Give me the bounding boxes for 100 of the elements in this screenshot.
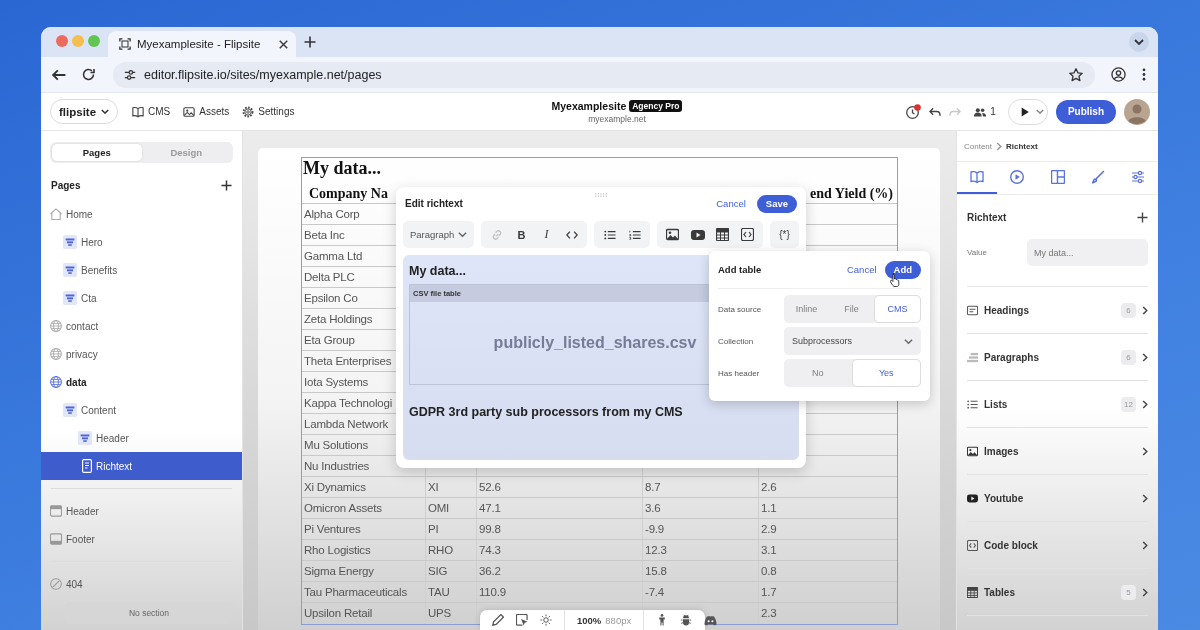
panel-group-row[interactable]: Images xyxy=(967,428,1148,475)
browser-tab[interactable]: Myexamplesite - Flipsite xyxy=(108,31,296,57)
pencil-icon[interactable] xyxy=(492,614,504,626)
hand-cursor-icon xyxy=(890,273,900,287)
plan-badge: Agency Pro xyxy=(629,99,683,112)
layout-item[interactable]: Footer xyxy=(41,525,242,553)
content-paragraph: GDPR 3rd party sub processors from my CMS xyxy=(409,405,683,419)
page-tree-item[interactable]: Benefits xyxy=(41,256,242,284)
back-arrow-icon[interactable] xyxy=(52,67,66,82)
page-tree-item[interactable]: Hero xyxy=(41,228,242,256)
page-tree-item[interactable]: contact xyxy=(41,312,242,340)
chevron-down-icon[interactable] xyxy=(1035,109,1044,114)
profile-icon[interactable] xyxy=(1111,67,1126,82)
table-cell: Zeta Holdings xyxy=(304,313,373,325)
menu-icon[interactable] xyxy=(1142,68,1146,81)
list-icon xyxy=(967,398,978,410)
table-cell: 3.6 xyxy=(645,502,661,514)
user-avatar[interactable] xyxy=(1124,98,1150,125)
nav-button[interactable]: Settings xyxy=(242,105,295,118)
page-tree-item[interactable]: data xyxy=(41,368,242,396)
plus-icon[interactable] xyxy=(221,180,232,191)
sidebar-tab[interactable]: Pages xyxy=(52,144,142,161)
add-button[interactable]: Add xyxy=(884,260,921,279)
breadcrumb-link[interactable]: Content xyxy=(964,141,993,151)
nav-button[interactable]: Assets xyxy=(183,105,230,118)
globe-icon xyxy=(50,348,62,360)
tab-list-button[interactable] xyxy=(1129,32,1149,52)
cancel-button[interactable]: Cancel xyxy=(716,198,746,209)
table-cell: Theta Enterprises xyxy=(304,355,392,367)
site-domain: myexample.net xyxy=(588,113,646,124)
page-tree-item[interactable]: Home xyxy=(41,200,242,228)
page-tree-item[interactable]: Cta xyxy=(41,284,242,312)
reload-icon[interactable] xyxy=(82,68,95,81)
close-icon[interactable] xyxy=(279,39,288,49)
page-tree-item[interactable]: 404 xyxy=(41,570,242,598)
segment-option[interactable]: File xyxy=(829,295,874,323)
cursor-box-icon[interactable] xyxy=(516,614,528,626)
collection-select[interactable]: Subprocessors xyxy=(784,327,921,355)
table-cell: 2.9 xyxy=(761,523,777,535)
segment-option[interactable]: CMS xyxy=(874,295,921,323)
drag-handle-icon[interactable] xyxy=(595,193,607,197)
chevron-right-icon xyxy=(996,141,1003,151)
document-icon xyxy=(82,459,92,473)
undo-icon[interactable] xyxy=(929,105,942,118)
publish-button[interactable]: Publish xyxy=(1055,99,1116,124)
page-tree-item[interactable]: Header xyxy=(41,424,242,452)
table-cell: Sigma Energy xyxy=(304,565,374,577)
page-tree-item[interactable]: Richtext xyxy=(41,452,242,480)
globe-icon xyxy=(50,376,62,388)
bold-button[interactable]: B xyxy=(509,221,534,248)
house-icon xyxy=(50,208,62,220)
table-cell: -7.4 xyxy=(645,586,665,598)
segment-option[interactable]: Yes xyxy=(851,359,921,387)
column-header: Company Na xyxy=(309,186,388,201)
count-badge: 5 xyxy=(1121,584,1136,600)
field-label: Collection xyxy=(718,336,755,346)
star-icon[interactable] xyxy=(1069,67,1083,82)
book-icon xyxy=(970,170,985,184)
cancel-button[interactable]: Cancel xyxy=(846,264,877,275)
table-cell: 8.7 xyxy=(645,481,661,493)
table-cell: 12.3 xyxy=(645,544,667,556)
csv-file-name: publicly_listed_shares.csv xyxy=(493,334,697,352)
variable-button[interactable]: {*} xyxy=(773,221,796,248)
nav-button[interactable]: CMS xyxy=(132,105,171,118)
plus-icon[interactable] xyxy=(304,36,316,48)
page-tree-item[interactable]: Content xyxy=(41,396,242,424)
panel-group-row[interactable]: Paragraphs 6 xyxy=(967,334,1148,381)
layout-item[interactable]: Header xyxy=(41,497,242,525)
chevron-down-icon xyxy=(904,336,913,346)
table-cell: Xi Dynamics xyxy=(304,481,366,493)
italic-button[interactable]: I xyxy=(534,221,559,248)
table-cell: Iota Systems xyxy=(304,376,369,388)
table-cell: Omicron Assets xyxy=(304,502,382,514)
user-count: 1 xyxy=(990,106,996,117)
panel-group-row[interactable]: Headings 6 xyxy=(967,287,1148,334)
table-cell: Gamma Ltd xyxy=(304,250,363,262)
clock-badge-icon[interactable] xyxy=(905,103,922,120)
save-button[interactable]: Save xyxy=(756,194,797,213)
bug-icon[interactable] xyxy=(680,614,693,626)
sun-icon[interactable] xyxy=(540,614,552,626)
plus-icon[interactable] xyxy=(1137,211,1148,223)
panel-group-row[interactable]: Tables 5 xyxy=(967,569,1148,616)
footer-layout-icon xyxy=(50,533,62,545)
panel-group-row[interactable]: Youtube xyxy=(967,475,1148,522)
block-style-dropdown[interactable]: Paragraph xyxy=(403,221,474,248)
zoom-level[interactable]: 100% xyxy=(577,614,602,626)
breadcrumb-current: Richtext xyxy=(1006,141,1038,151)
value-field[interactable]: My data... xyxy=(1027,239,1148,266)
game-controller-icon[interactable] xyxy=(704,613,718,627)
play-icon[interactable] xyxy=(1019,106,1030,117)
page-tree-item[interactable]: privacy xyxy=(41,340,242,368)
table-cell: Rho Logistics xyxy=(304,544,371,556)
address-bar[interactable]: editor.flipsite.io/sites/myexample.net/pages xyxy=(113,61,1095,88)
page-heading: My data... xyxy=(303,158,381,178)
panel-group-row[interactable]: Code block xyxy=(967,522,1148,569)
chevron-down-icon xyxy=(458,230,467,239)
panel-group-row[interactable]: Lists 12 xyxy=(967,381,1148,428)
table-cell: UPS xyxy=(428,607,452,619)
section-icon xyxy=(78,431,92,445)
canvas-width: 880px xyxy=(605,614,632,626)
